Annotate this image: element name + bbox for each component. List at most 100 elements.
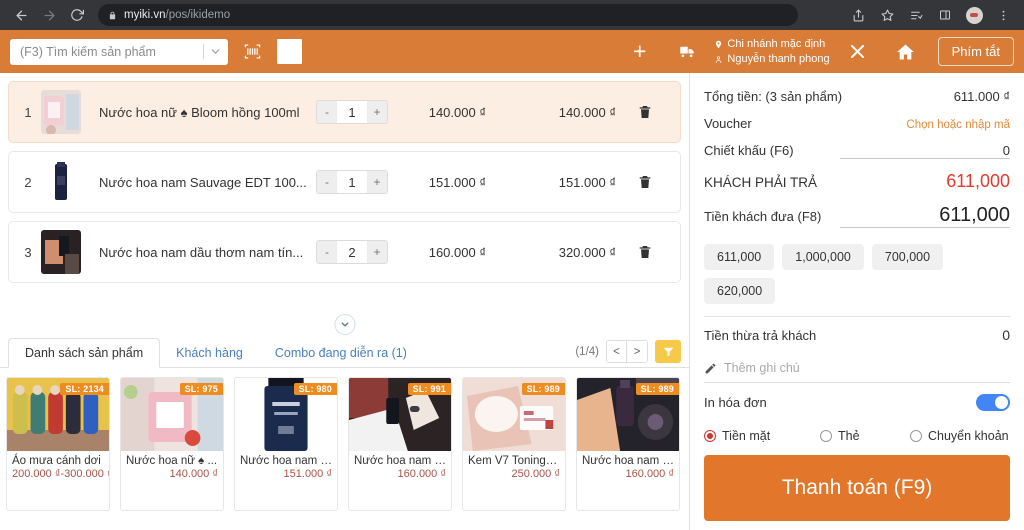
stock-badge: SL: 989 [521,383,565,395]
tabs-actions: (1/4) < > [575,340,681,367]
change-value: 0 [1002,327,1010,343]
note-input[interactable] [724,361,1010,375]
filter-button[interactable] [655,340,681,363]
product-name: Nước hoa nữ ♠ Bloom hồng 100ml [99,104,300,120]
cart-list: 1 Nước hoa nữ ♠ Bloom hồng 100ml - 1 + 1… [0,73,689,322]
reading-list-icon[interactable] [903,2,929,28]
profile-avatar-icon[interactable] [961,2,987,28]
quick-amount-button[interactable]: 611,000 [704,244,775,270]
received-label: Tiền khách đưa (F8) [704,209,822,224]
amount-due-row: KHÁCH PHẢI TRẢ 611,000 [704,165,1010,198]
payment-method-transfer[interactable]: Chuyển khoản [910,429,1009,443]
qty-plus-button[interactable]: + [367,241,387,263]
received-input[interactable]: 611,000 [840,204,1010,228]
checkout-button[interactable]: Thanh toán (F9) [704,455,1010,521]
qty-minus-button[interactable]: - [317,171,337,193]
hotkey-button[interactable]: Phím tắt [937,37,1014,66]
qty-value[interactable]: 1 [337,171,367,193]
quantity-stepper[interactable]: - 1 + [316,100,388,124]
discount-label: Chiết khấu (F6) [704,143,794,158]
product-name: Nước hoa nam d... [354,455,451,467]
tab-combos[interactable]: Combo đang diễn ra (1) [259,339,423,367]
search-input[interactable] [20,44,198,59]
cart-row[interactable]: 3 Nước hoa nam dầu thơm nam tín... - 2 +… [8,221,681,283]
location-pin-icon [716,40,722,48]
discount-input[interactable]: 0 [840,143,1010,159]
chevron-down-icon[interactable] [334,314,355,335]
qty-plus-button[interactable]: + [367,101,387,123]
qty-value[interactable]: 1 [337,101,367,123]
product-card[interactable]: SL: 975 Nước hoa nữ ♠ ... 140.000 ₫ [120,377,224,511]
sidebar-icon[interactable] [932,2,958,28]
unit-price: 140.000 ₫ [428,104,486,120]
radio-icon[interactable] [910,430,922,442]
product-card[interactable]: SL: 991 Nước hoa nam d... 160.000 ₫ [348,377,452,511]
radio-selected-icon[interactable] [704,430,716,442]
quick-amount-button[interactable]: 700,000 [871,244,944,270]
truck-icon[interactable] [668,43,706,61]
product-name: Nước hoa nam Di... [582,455,679,467]
qty-value[interactable]: 2 [337,241,367,263]
print-invoice-toggle[interactable] [976,394,1010,411]
received-row: Tiền khách đưa (F8) 611,000 [704,198,1010,234]
product-card[interactable]: SL: 980 Nước hoa nam S... 151.000 ₫ [234,377,338,511]
url-text: myiki.vn/pos/ikidemo [124,9,230,21]
tab-customers[interactable]: Khách hàng [160,339,259,367]
product-card[interactable]: SL: 989 Kem V7 Toning Li... 250.000 ₫ [462,377,566,511]
product-name: Nước hoa nam S... [240,455,337,467]
product-image: SL: 2134 [7,378,109,451]
payment-method-label: Chuyển khoản [928,429,1009,443]
product-thumbnail [41,160,81,204]
browser-menu-icon[interactable] [990,2,1016,28]
product-card[interactable]: SL: 2134 Áo mưa cánh dơi 200.000 ₫-300.0… [6,377,110,511]
back-icon[interactable] [8,2,34,28]
qty-plus-button[interactable]: + [367,171,387,193]
product-search-box[interactable] [10,38,228,65]
note-field[interactable] [704,353,1010,383]
stock-badge: SL: 2134 [60,383,109,395]
barcode-icon[interactable] [242,42,263,61]
qty-minus-button[interactable]: - [317,101,337,123]
product-image: SL: 989 [463,378,565,451]
payment-method-card[interactable]: Thẻ [820,429,910,443]
cart-row[interactable]: 1 Nước hoa nữ ♠ Bloom hồng 100ml - 1 + 1… [8,81,681,143]
voucher-action-link[interactable]: Chọn hoặc nhập mã [906,119,1010,131]
quantity-stepper[interactable]: - 2 + [316,240,388,264]
delete-row-icon[interactable] [616,244,674,260]
line-total: 320.000 ₫ [558,244,616,260]
stock-badge: SL: 991 [407,383,451,395]
home-icon[interactable] [885,42,926,62]
voucher-label: Voucher [704,116,752,131]
forward-icon[interactable] [36,2,62,28]
next-page-button[interactable]: > [627,341,647,362]
payment-method-cash[interactable]: Tiền mặt [704,429,820,443]
product-name: Nước hoa nữ ♠ ... [126,455,218,467]
quick-amount-button[interactable]: 1,000,000 [782,244,864,270]
row-index: 3 [24,244,32,260]
branch-info[interactable]: Chi nhánh mặc định Nguyễn thanh phong [714,37,830,67]
chevron-down-icon[interactable] [209,45,222,58]
delete-row-icon[interactable] [616,104,674,120]
quantity-stepper[interactable]: - 1 + [316,170,388,194]
tab-product-list[interactable]: Danh sách sản phẩm [8,338,161,368]
share-icon[interactable] [845,2,871,28]
payment-method-label: Thẻ [838,429,860,443]
product-card[interactable]: SL: 989 Nước hoa nam Di... 160.000 ₫ [576,377,680,511]
voucher-row: Voucher Chọn hoặc nhập mã [704,110,1010,137]
qty-minus-button[interactable]: - [317,241,337,263]
product-price: 160.000 ₫ [625,468,674,480]
quick-amount-button[interactable]: 620,000 [704,278,776,304]
row-index: 1 [24,104,32,120]
prev-page-button[interactable]: < [607,341,627,362]
delete-row-icon[interactable] [616,174,674,190]
cart-row[interactable]: 2 Nước hoa nam Sauvage EDT 100... - 1 + … [8,151,681,213]
scanner-display-box[interactable] [277,39,302,64]
fullscreen-icon[interactable] [838,42,877,61]
bookmark-star-icon[interactable] [874,2,900,28]
reload-icon[interactable] [64,2,90,28]
branch-row: Chi nhánh mặc định [714,37,829,52]
radio-icon[interactable] [820,430,832,442]
product-name: Nước hoa nam Sauvage EDT 100... [99,174,307,190]
address-bar[interactable]: myiki.vn/pos/ikidemo [98,4,798,26]
add-order-button[interactable]: + [619,40,660,63]
